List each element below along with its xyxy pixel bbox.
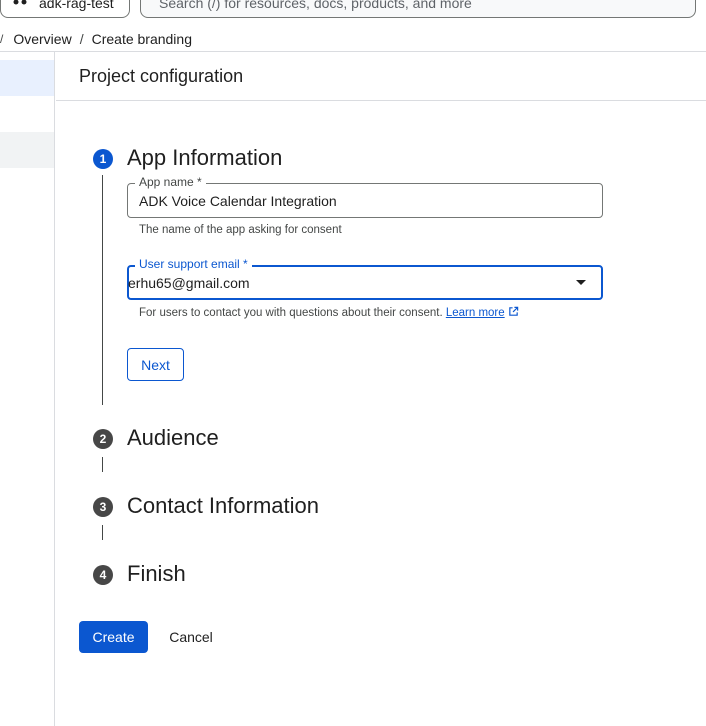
breadcrumb-item-overview[interactable]: Overview [13, 31, 71, 47]
step-number-2: 2 [93, 429, 113, 449]
app-name-value: ADK Voice Calendar Integration [139, 193, 337, 209]
support-email-label: User support email * [135, 257, 252, 271]
breadcrumb: / Overview / Create branding [0, 30, 192, 48]
support-email-hint: For users to contact you with questions … [139, 306, 519, 319]
step-number-1: 1 [93, 149, 113, 169]
step-connector [102, 525, 103, 540]
create-button[interactable]: Create [79, 621, 148, 653]
project-name: adk-rag-test [39, 0, 114, 11]
dropdown-arrow-icon [576, 280, 586, 285]
step-title-contact-information[interactable]: Contact Information [127, 493, 319, 519]
cancel-button[interactable]: Cancel [158, 621, 224, 653]
breadcrumb-separator: / [0, 32, 4, 46]
step-title-app-information[interactable]: App Information [127, 145, 282, 171]
project-icon [13, 0, 27, 5]
top-bar: adk-rag-test Search (/) for resources, d… [0, 0, 706, 22]
search-placeholder: Search (/) for resources, docs, products… [159, 0, 472, 11]
step-title-audience[interactable]: Audience [127, 425, 219, 451]
nav-item[interactable] [0, 132, 54, 168]
nav-item-active[interactable] [0, 60, 54, 96]
step-connector [102, 175, 103, 405]
step-connector [102, 457, 103, 472]
app-name-hint: The name of the app asking for consent [139, 224, 342, 236]
breadcrumb-separator: / [79, 31, 84, 47]
external-link-icon[interactable] [508, 306, 519, 317]
search-input[interactable]: Search (/) for resources, docs, products… [140, 0, 696, 18]
side-nav [0, 52, 55, 726]
page-header: Project configuration [56, 52, 706, 101]
support-email-value: erhu65@gmail.com [128, 275, 250, 291]
support-email-hint-text: For users to contact you with questions … [139, 307, 443, 319]
app-name-label: App name * [135, 175, 206, 189]
project-picker[interactable]: adk-rag-test [0, 0, 130, 18]
step-number-3: 3 [93, 497, 113, 517]
page-title: Project configuration [79, 66, 244, 86]
step-number-4: 4 [93, 565, 113, 585]
breadcrumb-item-create-branding: Create branding [91, 31, 192, 47]
next-button[interactable]: Next [127, 348, 184, 381]
step-title-finish[interactable]: Finish [127, 561, 186, 587]
learn-more-link[interactable]: Learn more [446, 307, 505, 319]
